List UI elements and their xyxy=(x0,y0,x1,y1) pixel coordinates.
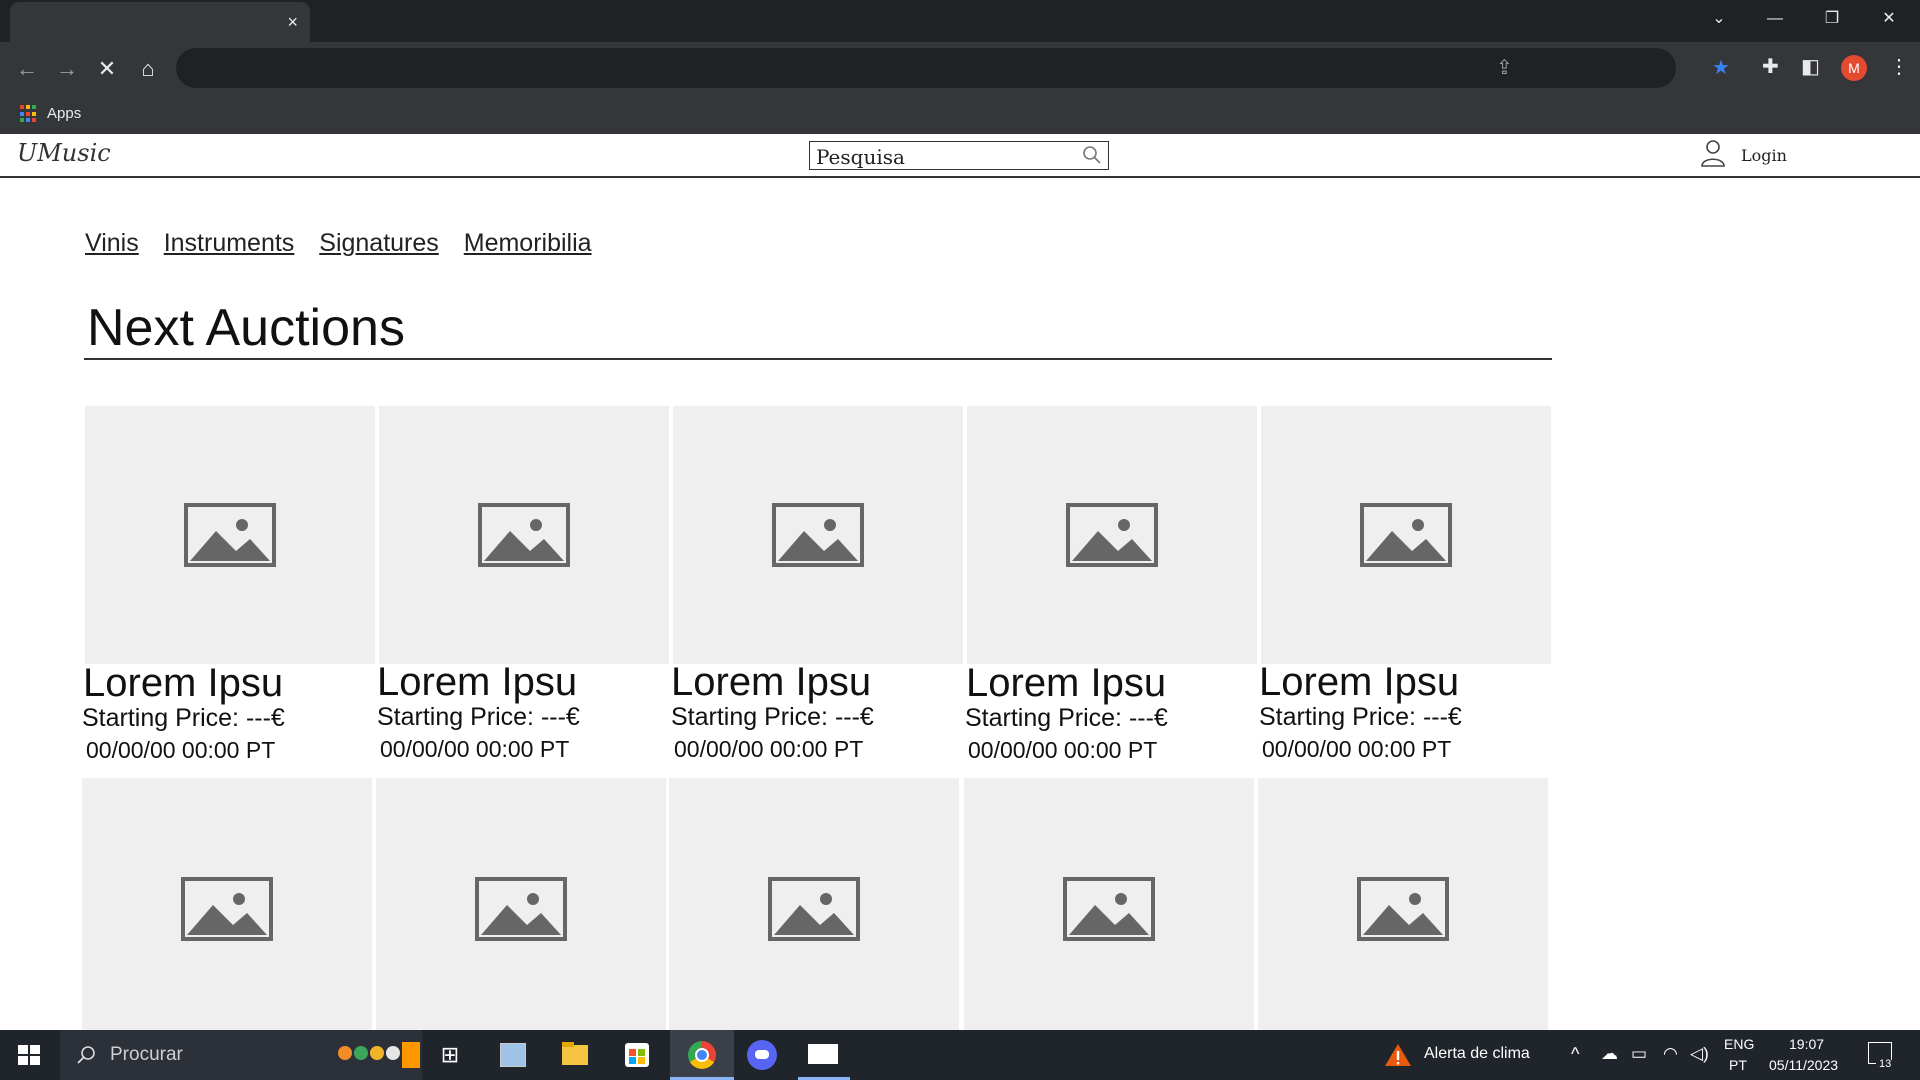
battery-icon[interactable]: ▭ xyxy=(1631,1044,1647,1064)
apps-bookmark[interactable]: Apps xyxy=(47,105,81,122)
file-explorer-icon[interactable] xyxy=(556,1030,592,1080)
warning-icon[interactable] xyxy=(1384,1043,1412,1067)
auction-date: 00/00/00 00:00 PT xyxy=(1262,736,1452,762)
side-panel-icon[interactable]: ◧ xyxy=(1801,54,1820,80)
auction-date: 00/00/00 00:00 PT xyxy=(86,737,276,763)
tab-search-icon[interactable]: ⌄ xyxy=(1697,4,1741,34)
search-icon xyxy=(77,1046,95,1064)
image-placeholder-icon xyxy=(181,877,273,941)
auction-image[interactable] xyxy=(964,778,1254,1030)
extensions-icon[interactable]: ✚ xyxy=(1762,54,1779,80)
page-title: Next Auctions xyxy=(87,299,405,357)
auction-image[interactable] xyxy=(967,406,1257,664)
image-placeholder-icon xyxy=(184,503,276,567)
bookmarks-bar: Apps xyxy=(0,94,1920,134)
image-placeholder-icon xyxy=(478,503,570,567)
active-tab[interactable]: × xyxy=(10,2,310,42)
image-placeholder-icon xyxy=(1357,877,1449,941)
home-icon[interactable]: ⌂ xyxy=(135,56,161,82)
menu-kebab-icon[interactable]: ⋮ xyxy=(1889,54,1909,80)
auction-price: Starting Price: ---€ xyxy=(377,703,580,731)
tab-close-button[interactable]: × xyxy=(287,12,298,32)
category-link-signatures[interactable]: Signatures xyxy=(319,229,439,257)
search-input[interactable]: Pesquisa xyxy=(809,141,1109,170)
stop-loading-icon[interactable]: ✕ xyxy=(94,56,120,82)
auction-title[interactable]: Lorem Ipsu xyxy=(377,660,577,705)
profile-avatar[interactable]: M xyxy=(1841,55,1867,81)
category-link-memoribilia[interactable]: Memoribilia xyxy=(464,229,592,257)
back-icon[interactable]: ← xyxy=(14,56,40,82)
apps-icon[interactable] xyxy=(20,105,38,123)
restore-button[interactable]: ❐ xyxy=(1810,4,1854,34)
chrome-taskbar-icon[interactable] xyxy=(670,1030,734,1080)
heading-divider xyxy=(84,358,1552,360)
category-link-vinis[interactable]: Vinis xyxy=(85,229,139,257)
bookmark-star-icon[interactable]: ★ xyxy=(1712,56,1730,80)
image-placeholder-icon xyxy=(772,503,864,567)
language-top[interactable]: ENG xyxy=(1724,1036,1754,1052)
notification-count: 13 xyxy=(1876,1058,1895,1070)
image-placeholder-icon xyxy=(768,877,860,941)
auction-image[interactable] xyxy=(1258,778,1548,1030)
auction-image[interactable] xyxy=(376,778,666,1030)
browser-toolbar: ← → ✕ ⌂ ⇪ ★ ✚ ◧ M ⋮ xyxy=(0,42,1920,94)
taskbar-search[interactable]: Procurar xyxy=(60,1030,422,1080)
image-placeholder-icon xyxy=(1063,877,1155,941)
forward-icon[interactable]: → xyxy=(54,56,80,82)
windows-start-icon[interactable] xyxy=(18,1045,40,1065)
auction-price: Starting Price: ---€ xyxy=(671,703,874,731)
auction-price: Starting Price: ---€ xyxy=(1259,703,1462,731)
auction-price: Starting Price: ---€ xyxy=(82,704,285,732)
auction-image[interactable] xyxy=(82,778,372,1030)
user-icon[interactable] xyxy=(1700,139,1726,167)
search-highlight-icon xyxy=(330,1042,422,1068)
image-placeholder-icon xyxy=(1360,503,1452,567)
store-icon[interactable] xyxy=(619,1030,655,1080)
address-bar[interactable]: ⇪ xyxy=(176,48,1676,88)
auction-image[interactable] xyxy=(379,406,669,664)
weather-alert[interactable]: Alerta de clima xyxy=(1424,1045,1530,1063)
close-window-button[interactable]: ✕ xyxy=(1867,4,1911,34)
language-bottom[interactable]: PT xyxy=(1729,1057,1747,1073)
chevron-up-icon[interactable]: ^ xyxy=(1571,1044,1579,1065)
app-window-icon[interactable] xyxy=(798,1030,850,1080)
auction-date: 00/00/00 00:00 PT xyxy=(380,736,570,762)
clock-time[interactable]: 19:07 xyxy=(1789,1036,1824,1052)
cloud-icon[interactable]: ☁ xyxy=(1601,1044,1618,1064)
volume-icon[interactable]: ◁) xyxy=(1690,1044,1709,1064)
taskbar: Procurar ⊞ Alerta de clima ^ ☁ ▭ ◠ ◁) EN… xyxy=(0,1030,1920,1080)
auction-title[interactable]: Lorem Ipsu xyxy=(966,661,1166,706)
auction-image[interactable] xyxy=(669,778,959,1030)
image-placeholder-icon xyxy=(475,877,567,941)
minimize-button[interactable]: — xyxy=(1753,4,1797,34)
auction-image[interactable] xyxy=(673,406,963,664)
app-icon[interactable] xyxy=(494,1030,530,1080)
auction-price: Starting Price: ---€ xyxy=(965,704,1168,732)
auction-title[interactable]: Lorem Ipsu xyxy=(1259,660,1459,705)
image-placeholder-icon xyxy=(1066,503,1158,567)
auction-image[interactable] xyxy=(85,406,375,664)
site-logo[interactable]: UMusic xyxy=(17,139,111,167)
taskbar-search-label: Procurar xyxy=(110,1044,183,1065)
auction-date: 00/00/00 00:00 PT xyxy=(968,737,1158,763)
auction-title[interactable]: Lorem Ipsu xyxy=(83,661,283,706)
discord-icon[interactable] xyxy=(734,1030,790,1080)
auction-date: 00/00/00 00:00 PT xyxy=(674,736,864,762)
tab-strip: × ⌄ — ❐ ✕ xyxy=(0,0,1920,42)
task-view-icon[interactable]: ⊞ xyxy=(432,1030,468,1080)
auction-image[interactable] xyxy=(1261,406,1551,664)
clock-date[interactable]: 05/11/2023 xyxy=(1769,1057,1838,1073)
category-link-instruments[interactable]: Instruments xyxy=(164,229,295,257)
search-placeholder: Pesquisa xyxy=(816,145,905,169)
search-icon[interactable] xyxy=(1082,145,1102,165)
wifi-icon[interactable]: ◠ xyxy=(1663,1044,1678,1064)
site-header: UMusic Pesquisa Login xyxy=(0,134,1920,178)
login-link[interactable]: Login xyxy=(1741,146,1787,165)
category-nav: Vinis Instruments Signatures Memoribilia xyxy=(85,229,610,258)
auction-title[interactable]: Lorem Ipsu xyxy=(671,660,871,705)
share-icon[interactable]: ⇪ xyxy=(1496,56,1513,80)
